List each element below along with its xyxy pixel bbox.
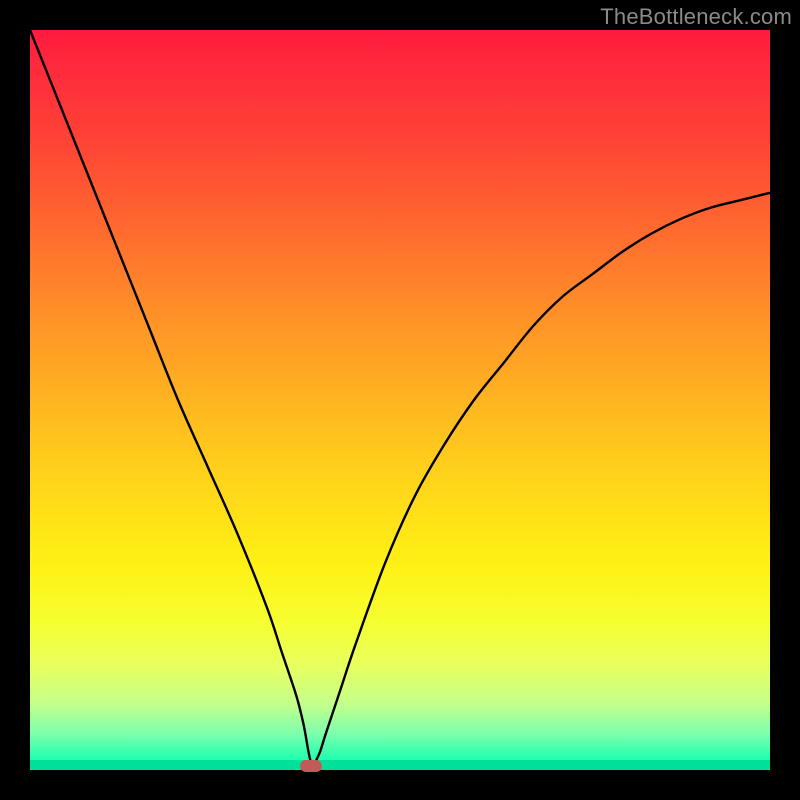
- plot-area: [30, 30, 770, 770]
- chart-container: TheBottleneck.com: [0, 0, 800, 800]
- curve-svg: [30, 30, 770, 770]
- watermark-text: TheBottleneck.com: [600, 4, 792, 30]
- optimal-point-marker: [300, 760, 322, 772]
- bottleneck-curve: [30, 30, 770, 764]
